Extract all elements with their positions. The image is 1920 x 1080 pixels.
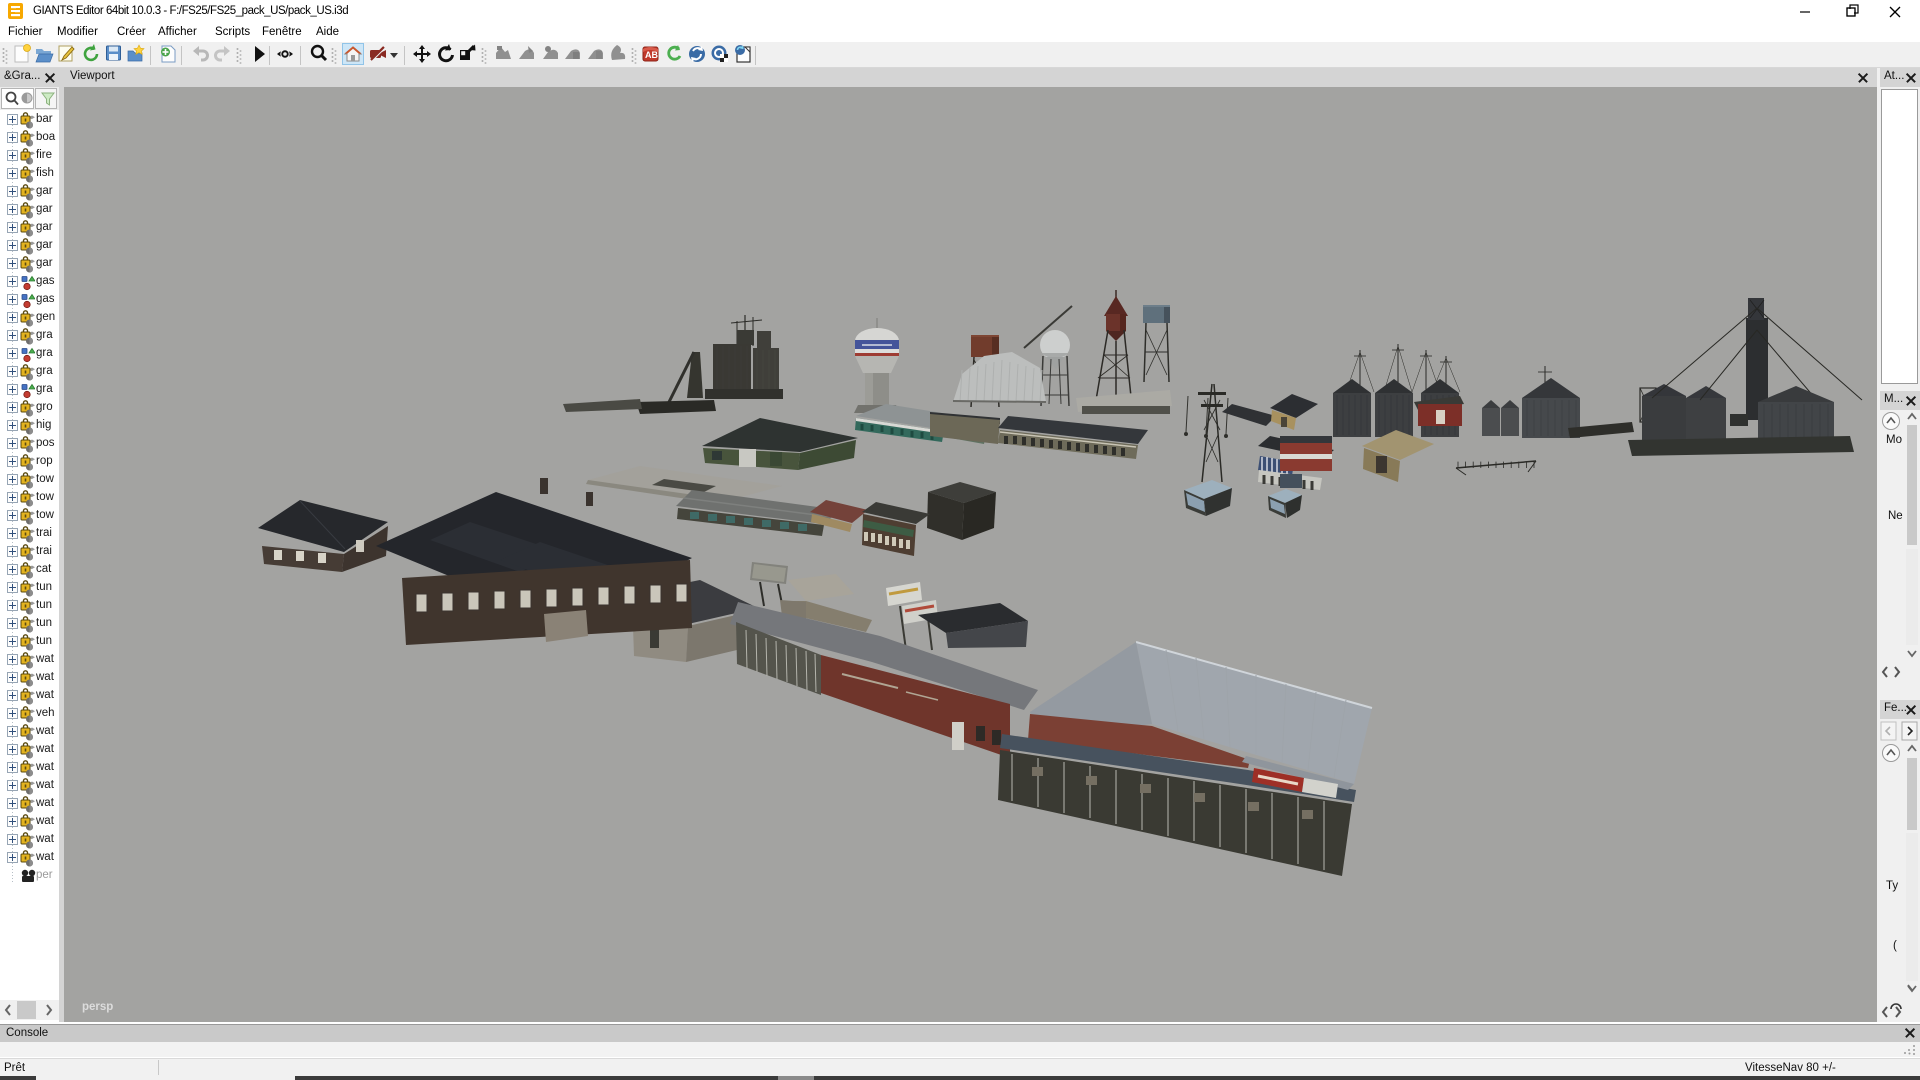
svg-text:Ty: Ty: [1886, 880, 1898, 892]
svg-text:AB: AB: [645, 50, 658, 60]
svg-text:Mo: Mo: [1886, 434, 1902, 446]
svg-text:(: (: [1893, 940, 1897, 952]
svg-text:Ne: Ne: [1888, 510, 1903, 522]
